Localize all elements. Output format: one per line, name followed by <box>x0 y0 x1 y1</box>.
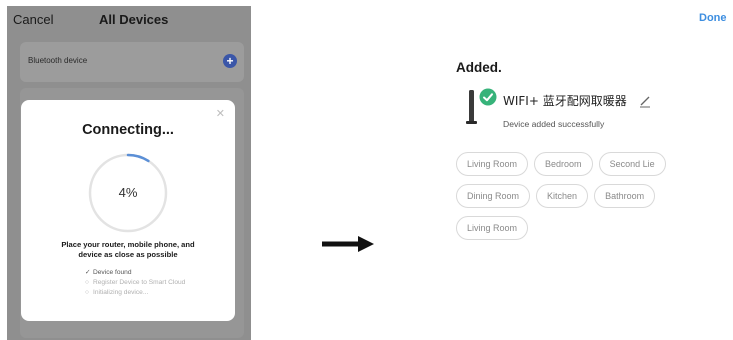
close-icon[interactable]: ✕ <box>216 107 225 120</box>
bluetooth-device-label: Bluetooth device <box>28 56 88 65</box>
left-phone-screen: Cancel All Devices Bluetooth device + ✕ … <box>7 6 251 340</box>
step-label: Device found <box>93 269 132 276</box>
added-title: Added. <box>456 60 502 75</box>
pending-circle-icon: ○ <box>85 289 89 296</box>
room-chip-kitchen[interactable]: Kitchen <box>536 184 589 208</box>
step-device-found: ✓ Device found <box>85 268 230 278</box>
progress-percent: 4% <box>118 185 138 200</box>
cancel-button[interactable]: Cancel <box>13 12 53 27</box>
connecting-dialog: ✕ Connecting... 4% Place your router, mo… <box>21 100 235 321</box>
room-chip-bathroom[interactable]: Bathroom <box>594 184 656 208</box>
connection-steps: ✓ Device found ○ Register Device to Smart … <box>85 268 230 298</box>
room-row: Dining Room Kitchen Bathroom <box>456 184 716 208</box>
room-chip-dining-room[interactable]: Dining Room <box>456 184 531 208</box>
check-icon: ✓ <box>85 269 91 276</box>
step-register-cloud: ○ Register Device to Smart Cloud <box>85 278 230 288</box>
bluetooth-device-row[interactable]: Bluetooth device + <box>20 42 244 82</box>
page-title: All Devices <box>99 12 169 27</box>
done-button[interactable]: Done <box>699 12 727 24</box>
step-label: Initializing device... <box>93 289 149 296</box>
right-arrow-icon <box>322 236 374 252</box>
left-header: Cancel All Devices <box>7 6 251 36</box>
step-label: Register Device to Smart Cloud <box>93 279 186 286</box>
instruction-text: Place your router, mobile phone, and dev… <box>31 240 225 260</box>
room-row: Living Room <box>456 216 716 240</box>
edit-pencil-icon[interactable] <box>638 94 652 108</box>
device-name: WIFI+ 蓝牙配网取暖器 <box>503 94 627 108</box>
room-chip-second-lie[interactable]: Second Lie <box>598 152 666 176</box>
success-check-icon <box>479 88 497 106</box>
room-chip-living-room-2[interactable]: Living Room <box>456 216 529 240</box>
instruction-line-2: device as close as possible <box>78 250 178 259</box>
room-selector: Living Room Bedroom Second Lie Dining Ro… <box>456 152 716 248</box>
room-chip-bedroom[interactable]: Bedroom <box>534 152 593 176</box>
instruction-line-1: Place your router, mobile phone, and <box>61 240 195 249</box>
room-row: Living Room Bedroom Second Lie <box>456 152 716 176</box>
device-status: Device added successfully <box>503 119 605 129</box>
pending-circle-icon: ○ <box>85 279 89 286</box>
room-chip-living-room[interactable]: Living Room <box>456 152 529 176</box>
add-device-icon[interactable]: + <box>223 54 237 68</box>
step-initializing: ○ Initializing device... <box>85 288 230 298</box>
dialog-title: Connecting... <box>82 122 174 138</box>
